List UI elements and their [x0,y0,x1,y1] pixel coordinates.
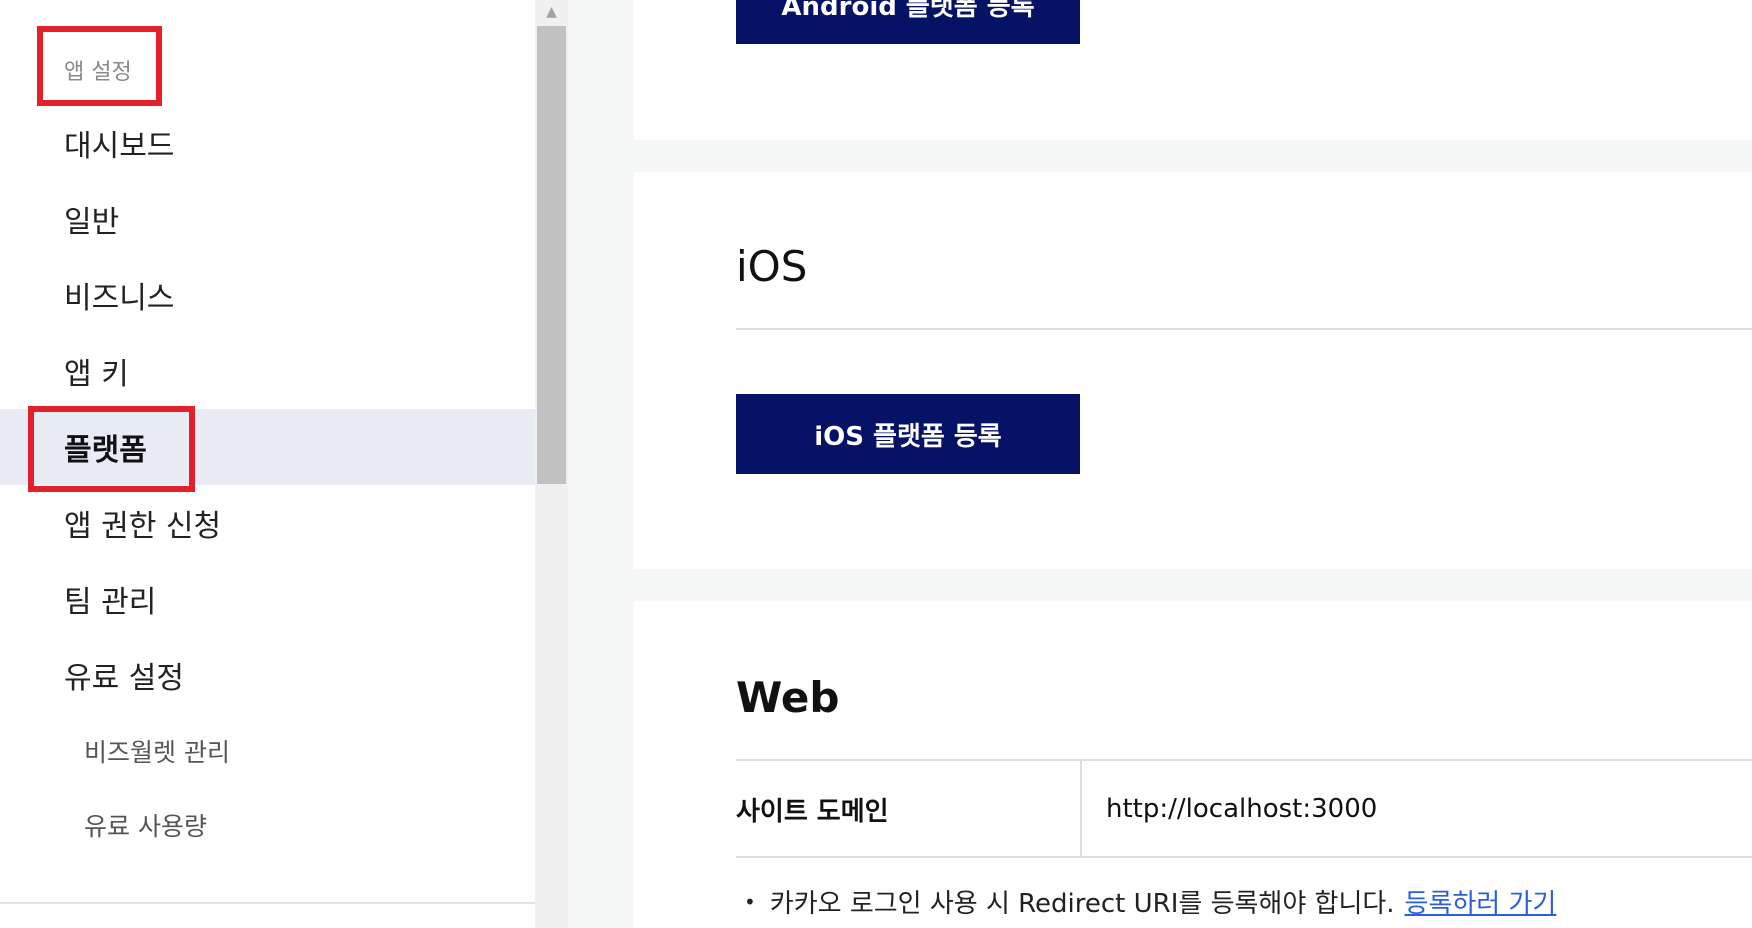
bullet-icon: • [744,889,756,914]
sidebar-item-label: 유료 설정 [64,661,184,696]
table-bottom-divider [736,856,1752,858]
scrollbar-thumb[interactable] [537,26,566,484]
highlight-box-platform [28,406,195,492]
site-domain-label: 사이트 도메인 [736,796,889,827]
redirect-uri-note-text: 카카오 로그인 사용 시 Redirect URI를 등록해야 합니다. [769,889,1395,919]
sidebar-subitem-bizwallet[interactable]: 비즈월렛 관리 [0,716,535,786]
ios-section-heading: iOS [736,242,808,291]
sidebar-item-app-keys[interactable]: 앱 키 [0,333,535,409]
sidebar-item-label: 앱 키 [64,357,129,392]
sidebar-item-label: 대시보드 [64,129,175,164]
sidebar-item-business[interactable]: 비즈니스 [0,257,535,333]
sidebar-scrollbar[interactable]: ▲ [535,0,568,928]
highlight-box-section-title [37,26,162,106]
sidebar-item-dashboard[interactable]: 대시보드 [0,105,535,181]
sidebar: 앱 설정 대시보드 일반 비즈니스 앱 키 플랫폼 앱 권한 신청 팀 관리 유… [0,0,535,928]
ios-heading-divider [736,328,1752,330]
site-domain-value: http://localhost:3000 [1106,794,1378,824]
register-redirect-link[interactable]: 등록하러 가기 [1405,883,1557,920]
sidebar-subitem-label: 유료 사용량 [84,812,207,841]
android-platform-card: Android 플랫폼 등록 [634,0,1752,140]
sidebar-item-team-management[interactable]: 팀 관리 [0,561,535,637]
ios-platform-card: iOS iOS 플랫폼 등록 [634,172,1752,569]
web-platform-card: Web 사이트 도메인 http://localhost:3000 • 카카오 … [634,601,1752,928]
scroll-up-arrow-icon[interactable]: ▲ [535,0,568,24]
sidebar-subitem-paid-usage[interactable]: 유료 사용량 [0,790,535,860]
sidebar-item-label: 비즈니스 [64,281,175,316]
sidebar-item-paid-settings[interactable]: 유료 설정 [0,637,535,713]
ios-register-button[interactable]: iOS 플랫폼 등록 [736,394,1080,474]
sidebar-item-app-permissions[interactable]: 앱 권한 신청 [0,485,535,561]
table-column-divider [1080,761,1082,857]
main-content: Android 플랫폼 등록 iOS iOS 플랫폼 등록 Web 사이트 도메… [568,0,1752,928]
android-register-button[interactable]: Android 플랫폼 등록 [736,0,1080,44]
sidebar-item-general[interactable]: 일반 [0,181,535,257]
sidebar-item-label: 앱 권한 신청 [64,509,222,544]
sidebar-item-label: 팀 관리 [64,585,157,620]
redirect-uri-note: • 카카오 로그인 사용 시 Redirect URI를 등록해야 합니다. 등… [736,883,1556,920]
sidebar-subitem-label: 비즈월렛 관리 [84,738,230,767]
sidebar-divider [0,902,535,904]
web-section-heading: Web [736,673,840,722]
sidebar-item-label: 일반 [64,205,120,240]
